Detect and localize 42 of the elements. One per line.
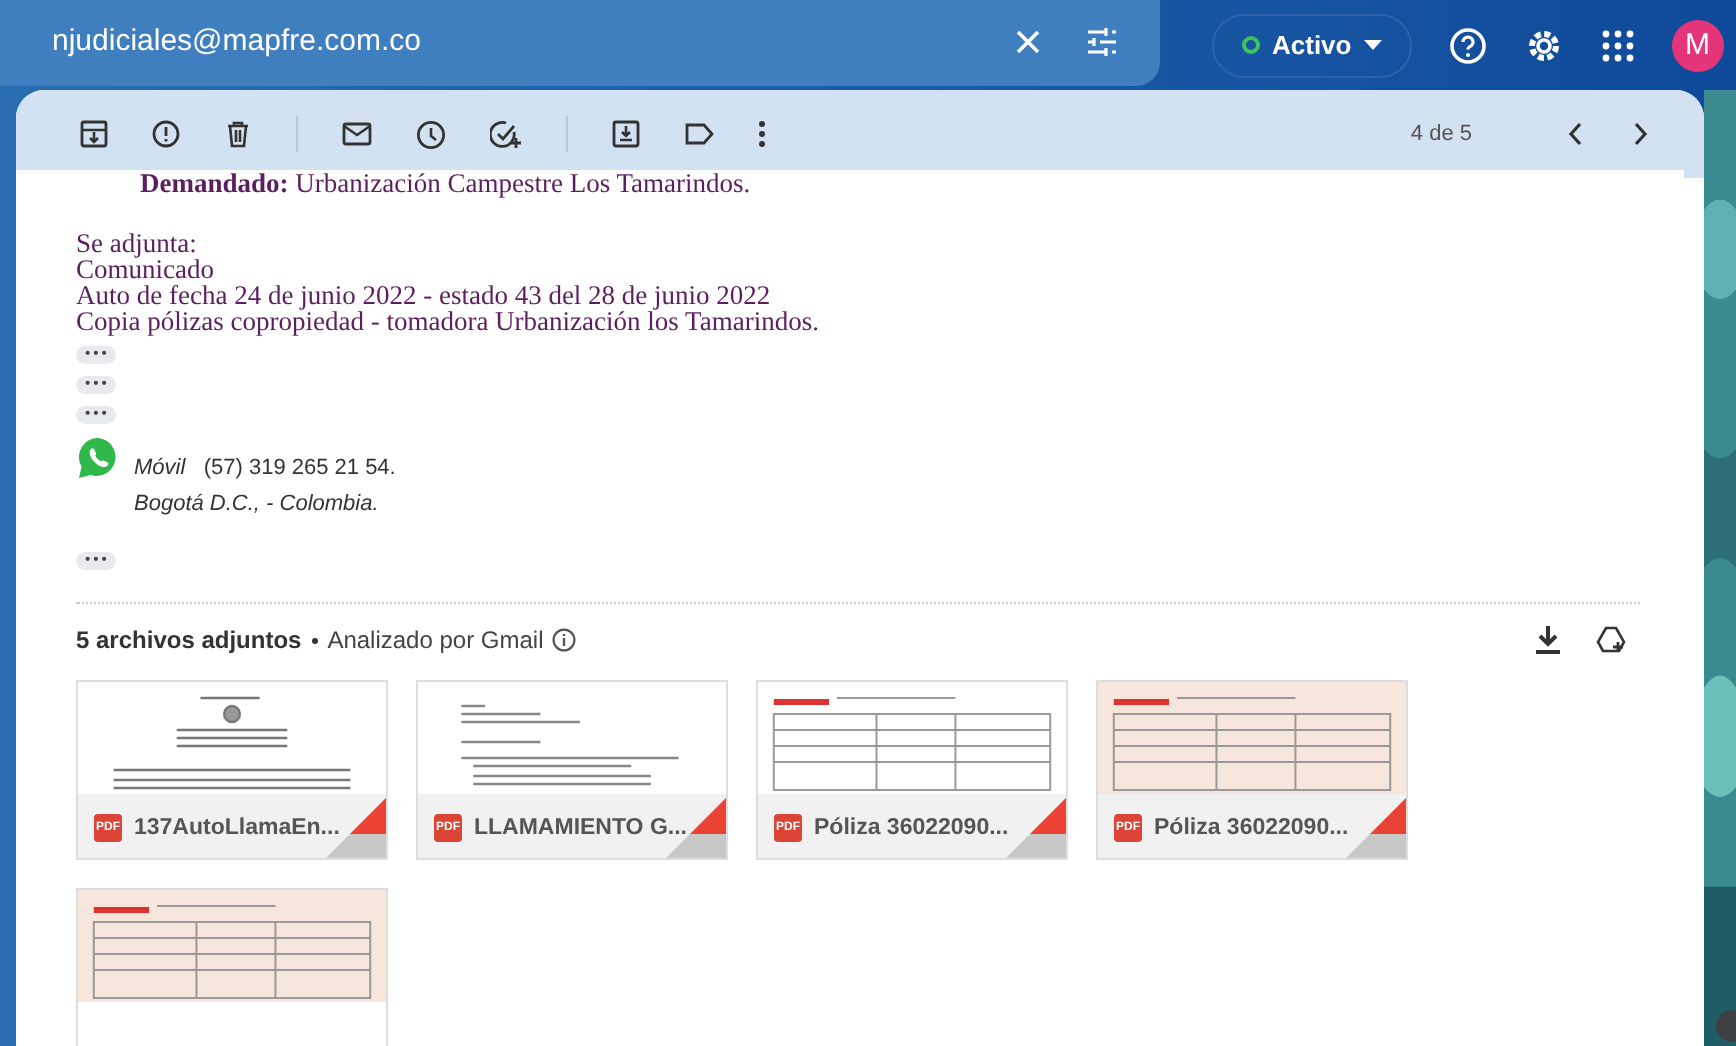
- avatar[interactable]: M: [1671, 19, 1724, 71]
- search-value: njudiciales@mapfre.com.co: [52, 24, 423, 58]
- status-chip[interactable]: Activo: [1212, 13, 1412, 77]
- message-line: Copia pólizas copropiedad - tomadora Urbanización los Tamarindos.: [76, 308, 821, 334]
- move-to-icon[interactable]: [612, 120, 640, 148]
- archive-icon[interactable]: [80, 120, 108, 148]
- corner-fold-icon: [1346, 798, 1406, 858]
- info-icon[interactable]: [551, 628, 576, 652]
- more-icon[interactable]: [758, 120, 766, 148]
- label-icon[interactable]: [684, 122, 714, 146]
- clock-icon[interactable]: [416, 119, 446, 149]
- report-icon[interactable]: [152, 120, 180, 148]
- phone-chat-icon: [76, 436, 120, 480]
- add-to-drive-icon[interactable]: [1596, 626, 1628, 654]
- message-line: Se adjunta:: [76, 230, 199, 256]
- city-line: Bogotá D.C., - Colombia.: [134, 492, 381, 516]
- scan-note: Analizado por Gmail: [327, 626, 544, 654]
- add-task-icon[interactable]: [490, 119, 522, 149]
- chevron-left-icon[interactable]: [1568, 122, 1584, 146]
- attachment-name: Póliza 36022090...: [814, 816, 1009, 840]
- message-line: Demandado: Urbanización Campestre Los Tamarindos.: [138, 170, 753, 196]
- filter-icon[interactable]: [1084, 23, 1120, 59]
- apps-icon[interactable]: [1599, 27, 1636, 63]
- download-icon[interactable]: [1536, 626, 1560, 654]
- search-field[interactable]: njudiciales@mapfre.com.co: [0, 0, 1160, 85]
- attachment-card[interactable]: [76, 888, 388, 1046]
- phone-line: Móvil (57) 319 265 21 54.: [134, 456, 396, 480]
- caret-icon: [1363, 40, 1382, 50]
- help-icon[interactable]: [1447, 25, 1488, 65]
- chevron-right-icon[interactable]: [1632, 122, 1648, 146]
- trash-icon[interactable]: [224, 120, 252, 148]
- attachments-count: 5 archivos adjuntos: [76, 626, 302, 654]
- mail-icon[interactable]: [342, 122, 372, 146]
- message-line: Comunicado: [76, 256, 216, 282]
- corner-fold-icon: [1006, 798, 1066, 858]
- settings-icon[interactable]: [1523, 25, 1564, 65]
- attachment-name: Póliza 36022090...: [1154, 816, 1349, 840]
- attachment-name: 137AutoLlamaEn...: [134, 816, 340, 840]
- message-line: Auto de fecha 24 de junio 2022 - estado 43 del 28 de junio 2022: [76, 282, 773, 308]
- close-icon[interactable]: [1012, 25, 1044, 57]
- attachment-name: LLAMAMIENTO G...: [474, 816, 687, 840]
- page-counter: 4 de 5: [1410, 122, 1472, 146]
